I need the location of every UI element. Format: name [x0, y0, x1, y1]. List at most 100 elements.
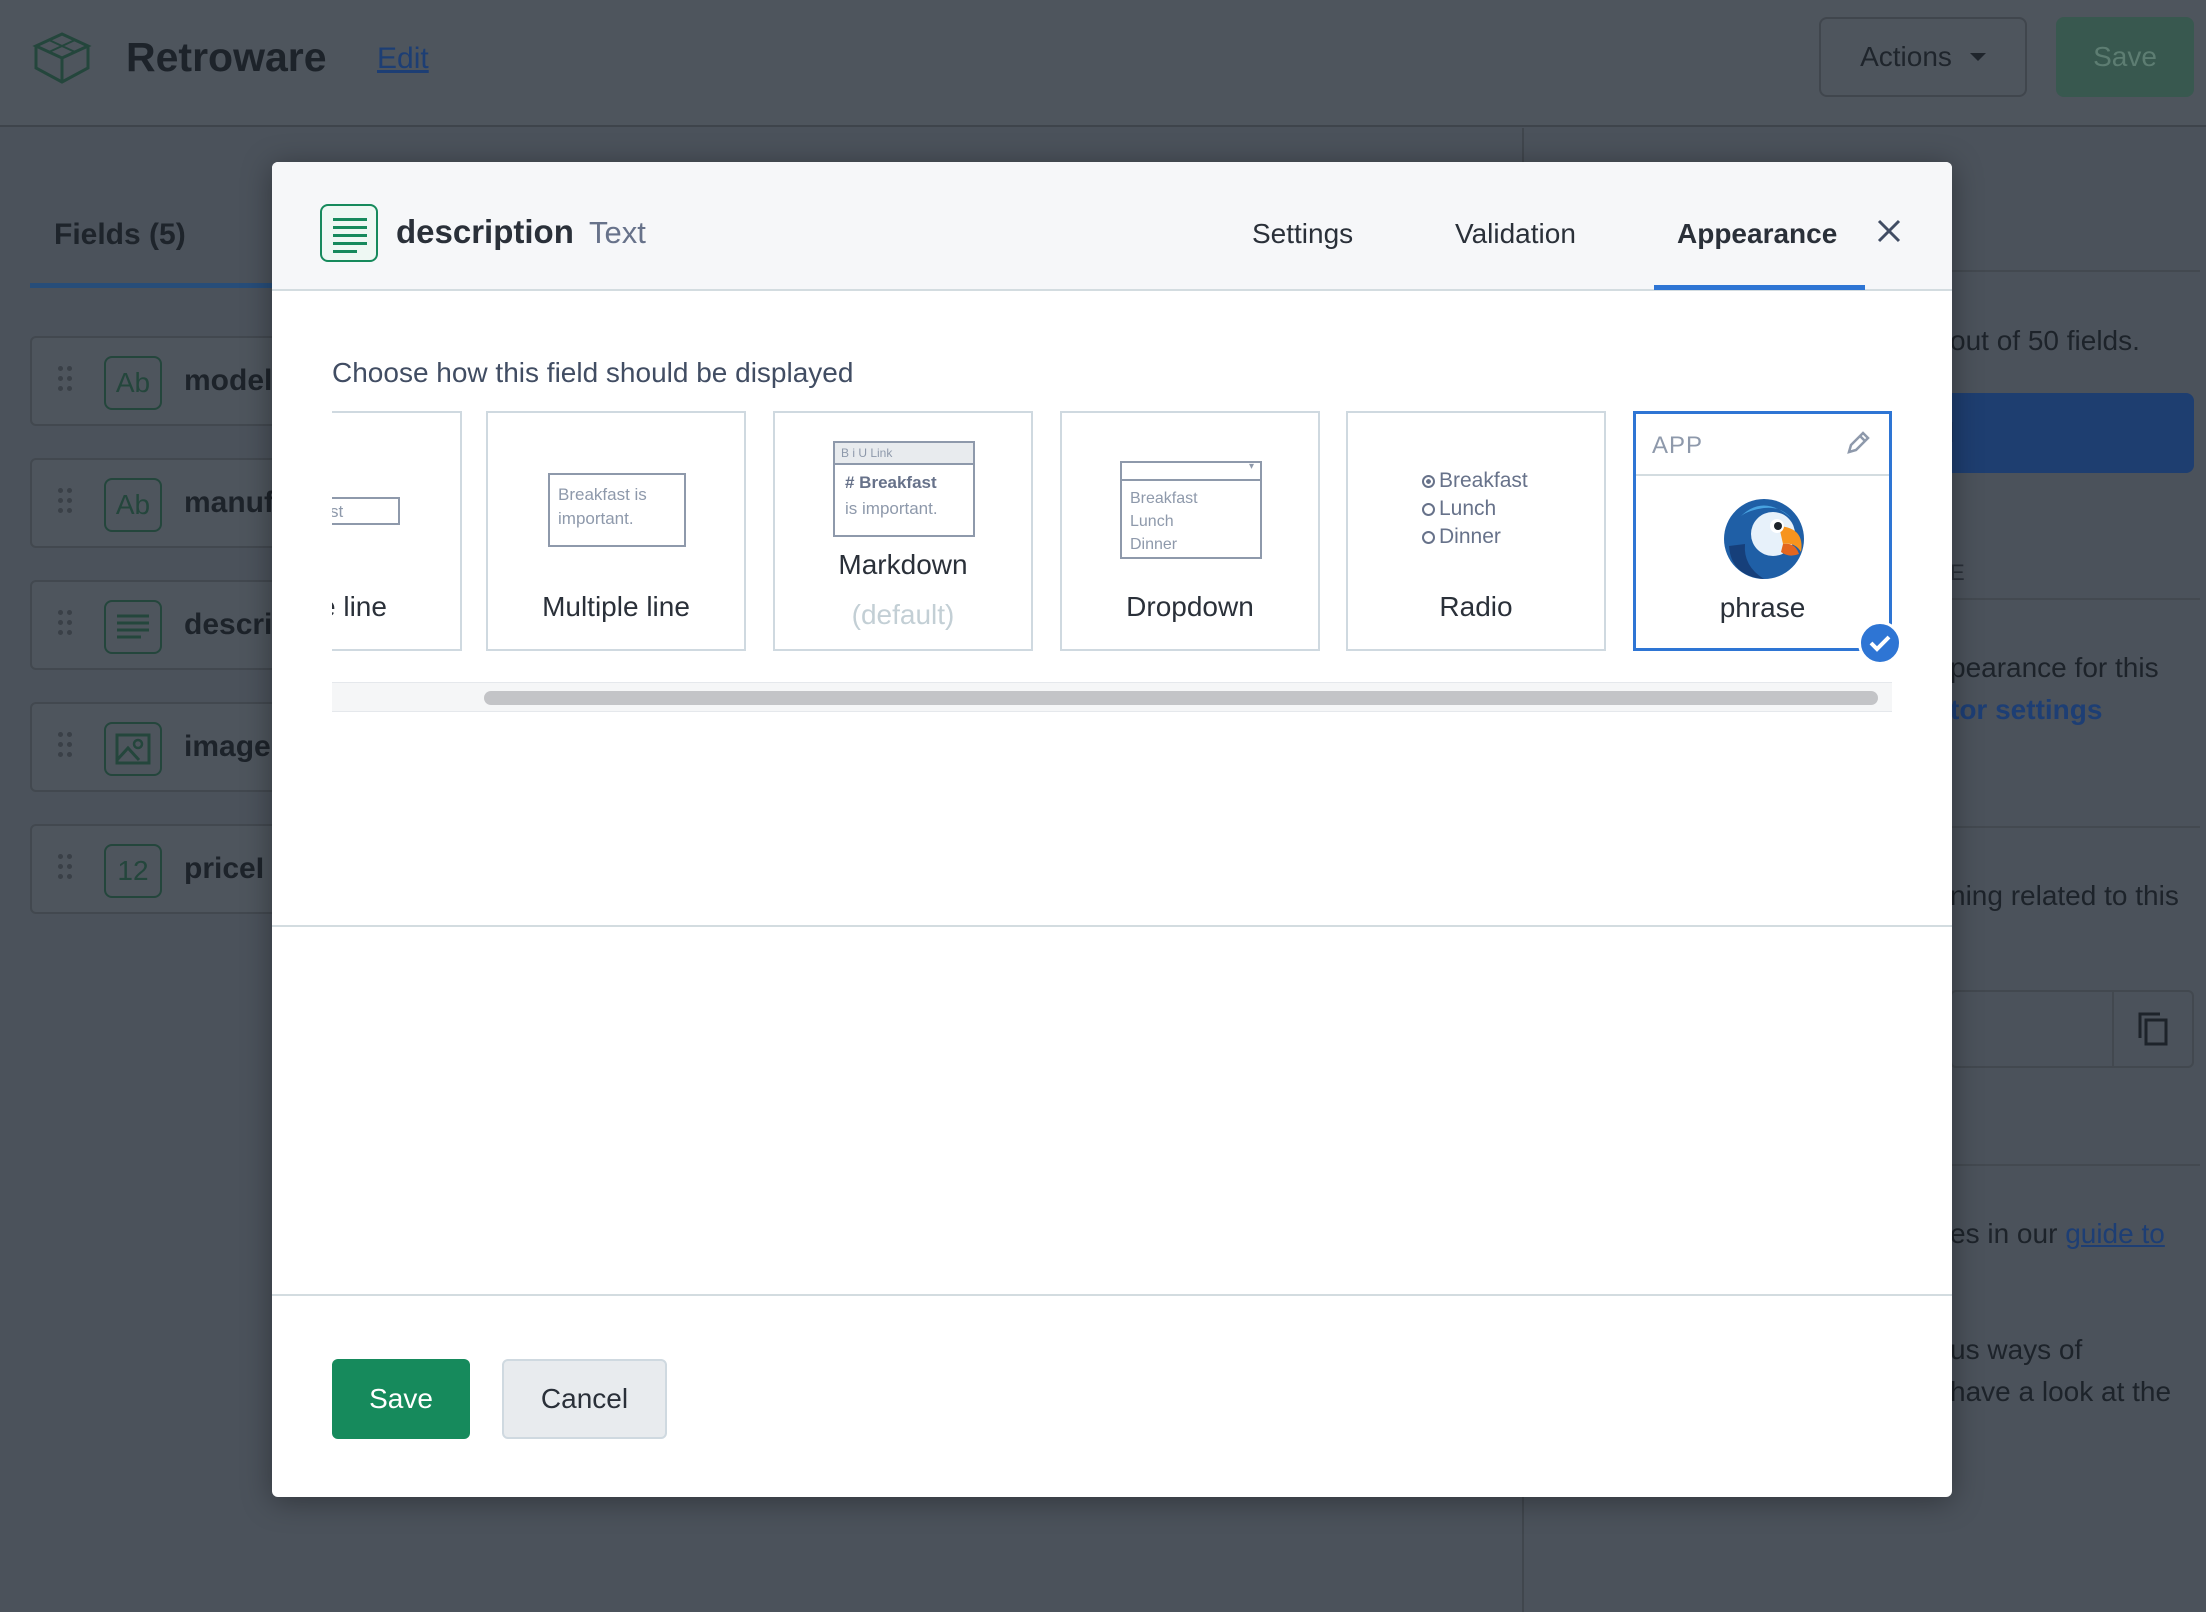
radio-icon [1422, 531, 1435, 544]
sidebar-text: es in our guide to [1950, 1218, 2165, 1250]
preview-title: # Breakfast [845, 473, 937, 492]
modal-field-type: Text [589, 215, 646, 250]
phrase-parrot-logo-icon [1724, 499, 1804, 579]
option-markdown[interactable]: B i U Link # Breakfast is important. Mar… [773, 411, 1033, 651]
actions-button[interactable]: Actions [1819, 17, 2027, 97]
field-name: image [184, 730, 271, 763]
number-icon: 12 [104, 844, 162, 898]
option-label: Multiple line [542, 591, 690, 622]
single-line-preview: st [332, 497, 400, 525]
pencil-icon[interactable] [1843, 428, 1873, 458]
tab-settings[interactable]: Settings [1252, 218, 1353, 250]
appearance-instruction: Choose how this field should be displaye… [332, 357, 854, 388]
actions-label: Actions [1860, 41, 1952, 72]
field-name: model [184, 364, 273, 397]
option-multiple-line[interactable]: Breakfast is important. Multiple line [486, 411, 746, 651]
field-row[interactable]: 12 priceI [30, 824, 300, 914]
selected-check-icon [1858, 621, 1902, 665]
option-radio[interactable]: Breakfast Lunch Dinner Radio [1346, 411, 1606, 651]
preview-item: Lunch [1439, 497, 1497, 520]
caret-down-icon [1969, 53, 1986, 61]
drag-handle-icon[interactable] [58, 488, 74, 518]
app-option-header: APP [1636, 414, 1889, 476]
option-default-label: (default) [851, 599, 955, 630]
dropdown-preview: ▾ Breakfast Lunch Dinner [1120, 461, 1262, 559]
fields-tab-label: Fields (5) [54, 218, 186, 251]
field-name: descri [184, 608, 273, 641]
scrollbar-thumb[interactable] [484, 691, 1878, 705]
sidebar-text: out of 50 fields. [1950, 325, 2140, 356]
sidebar-text: have a look at the [1950, 1376, 2172, 1407]
modal-field-name: description [396, 213, 574, 250]
field-settings-modal: description Text Settings Validation App… [272, 162, 1952, 1497]
modal-footer: Save Cancel [272, 1294, 1952, 1497]
option-label: e line [332, 591, 387, 622]
app-header: Retroware Edit Actions Save [0, 0, 2206, 127]
fields-tab[interactable]: Fields (5) [30, 200, 290, 288]
field-name: manuf [184, 486, 274, 519]
dropdown-list: Breakfast Lunch Dinner [1130, 487, 1198, 556]
field-row[interactable]: descri [30, 580, 300, 670]
stacked-boxes-icon [32, 32, 92, 84]
sidebar-heading: E [1950, 560, 1965, 585]
guide-link[interactable]: guide to [2065, 1218, 2165, 1249]
preview-item: Breakfast [1439, 469, 1528, 492]
sidebar-text: ning related to this [1950, 880, 2179, 911]
option-label: phrase [1719, 592, 1806, 623]
option-label: Markdown [838, 549, 968, 580]
save-button-top[interactable]: Save [2056, 17, 2194, 97]
tab-validation[interactable]: Validation [1455, 218, 1576, 250]
preview-item: Dinner [1130, 536, 1178, 553]
horizontal-scrollbar[interactable] [332, 682, 1892, 712]
cancel-button[interactable]: Cancel [502, 1359, 667, 1439]
radio-selected-icon [1422, 475, 1435, 488]
option-dropdown[interactable]: ▾ Breakfast Lunch Dinner Dropdown [1060, 411, 1320, 651]
active-tab-indicator [1654, 285, 1865, 290]
sidebar-primary-button[interactable]: l [1940, 393, 2194, 473]
preview-text: is important. [845, 499, 938, 518]
radio-preview: Breakfast Lunch Dinner [1422, 467, 1534, 551]
edit-link[interactable]: Edit [377, 42, 429, 76]
option-phrase-app[interactable]: APP phrase [1633, 411, 1892, 651]
sidebar-text: us ways of [1950, 1334, 2083, 1365]
drag-handle-icon[interactable] [58, 610, 74, 640]
image-icon [104, 722, 162, 776]
editor-settings-link[interactable]: tor settings [1950, 694, 2102, 726]
field-name: priceI [184, 852, 265, 885]
brand-name: Retroware [126, 34, 327, 80]
tab-appearance[interactable]: Appearance [1677, 218, 1837, 250]
option-single-line[interactable]: st e line [332, 411, 462, 651]
sidebar-text: pearance for this [1950, 652, 2159, 683]
copy-icon[interactable] [2112, 992, 2192, 1066]
modal-header: description Text Settings Validation App… [272, 162, 1952, 291]
field-row[interactable]: Ab model [30, 336, 300, 426]
option-label: Radio [1439, 591, 1513, 622]
id-field[interactable] [1950, 990, 2194, 1068]
preview-text: st [332, 502, 344, 521]
radio-icon [1422, 503, 1435, 516]
short-text-icon: Ab [104, 356, 162, 410]
field-row[interactable]: image [30, 702, 300, 792]
close-icon[interactable] [1870, 212, 1908, 250]
preview-item: Breakfast [1130, 490, 1198, 507]
markdown-toolbar: B i U Link [835, 443, 973, 465]
save-button[interactable]: Save [332, 1359, 470, 1439]
field-row[interactable]: Ab manuf [30, 458, 300, 548]
drag-handle-icon[interactable] [58, 854, 74, 884]
dropdown-select: ▾ [1122, 461, 1260, 481]
option-label: Dropdown [1126, 591, 1254, 622]
drag-handle-icon[interactable] [58, 366, 74, 396]
sidebar-text-part: es in our [1950, 1218, 2058, 1249]
preview-text: Breakfast is important. [558, 485, 647, 528]
drag-handle-icon[interactable] [58, 732, 74, 762]
app-tag: APP [1652, 432, 1704, 459]
short-text-icon: Ab [104, 478, 162, 532]
appearance-options[interactable]: st e line Breakfast is important. Multip… [332, 411, 1892, 651]
long-text-icon [104, 600, 162, 654]
preview-item: Dinner [1439, 525, 1501, 548]
caret-down-icon: ▾ [1248, 461, 1254, 472]
long-text-icon [320, 204, 378, 262]
multiple-line-preview: Breakfast is important. [548, 473, 686, 547]
preview-item: Lunch [1130, 513, 1174, 530]
modal-body: Choose how this field should be displaye… [272, 291, 1952, 927]
